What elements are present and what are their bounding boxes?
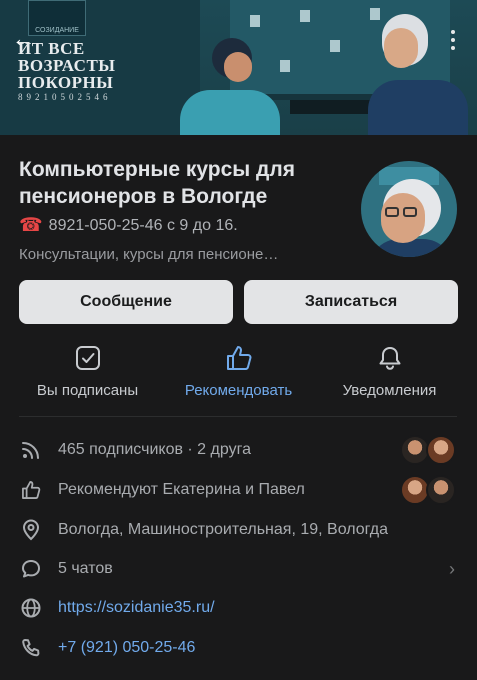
recommend-row[interactable]: Рекомендуют Екатерина и Павел [0, 470, 477, 510]
chat-bubble-icon [19, 557, 43, 581]
subscribers-row[interactable]: 465 подписчиков · 2 друга [0, 430, 477, 470]
subscribed-label: Вы подписаны [36, 382, 139, 399]
phone-icon [19, 636, 43, 660]
telephone-icon: ☎ [19, 215, 43, 236]
cover-phone: 89210502546 [18, 92, 112, 102]
phone-link[interactable]: +7 (921) 050-25-46 [58, 639, 195, 657]
group-avatar[interactable] [361, 161, 457, 257]
notifications-label: Уведомления [342, 382, 437, 399]
avatar [426, 475, 456, 505]
recommend-action[interactable]: Рекомендовать [159, 338, 318, 399]
action-row: Вы подписаны Рекомендовать Уведомления [0, 338, 477, 408]
globe-icon [19, 596, 43, 620]
chats-row[interactable]: 5 чатов › [0, 549, 477, 589]
group-status-text: 8921-050-25-46 с 9 до 16. [48, 216, 238, 234]
phone-row[interactable]: +7 (921) 050-25-46 [0, 628, 477, 668]
chats-text: 5 чатов [58, 560, 113, 577]
group-description[interactable]: Консультации, курсы для пенсионе… [19, 246, 339, 263]
address-row[interactable]: Вологда, Машиностроительная, 19, Вологда [0, 510, 477, 550]
chevron-right-icon: › [449, 558, 455, 579]
avatar [426, 435, 456, 465]
friends-avatars[interactable] [400, 435, 458, 465]
bell-icon [310, 338, 469, 378]
website-link[interactable]: https://sozidanie35.ru/ [58, 599, 215, 617]
message-button[interactable]: Сообщение [19, 280, 233, 324]
cover-person-young [150, 30, 280, 135]
group-status: ☎ 8921-050-25-46 с 9 до 16. [19, 216, 238, 235]
recommend-text: Рекомендуют Екатерина и Павел [58, 481, 305, 498]
join-button[interactable]: Записаться [244, 280, 458, 324]
cover-logo: СОЗИДАНИЕ [28, 0, 86, 36]
thumbs-up-icon [19, 478, 43, 502]
cover-monitor-stand [290, 100, 380, 114]
subscribed-action[interactable]: Вы подписаны [8, 338, 167, 399]
divider [19, 416, 457, 417]
cover-image: СОЗИДАНИЕ ИТ ВСЕ ВОЗРАСТЫ ПОКОРНЫ 892105… [0, 0, 477, 135]
cover-person-elder [368, 10, 468, 135]
rss-icon [19, 438, 43, 462]
back-arrow-icon[interactable]: ← [12, 26, 34, 52]
location-pin-icon [19, 518, 43, 542]
website-row[interactable]: https://sozidanie35.ru/ [0, 588, 477, 628]
address-text: Вологда, Машиностроительная, 19, Вологда [58, 521, 388, 538]
check-square-icon [8, 338, 167, 378]
group-title: Компьютерные курсы для пенсионеров в Вол… [19, 158, 295, 208]
more-vertical-icon[interactable] [451, 30, 457, 52]
subscribers-text: 465 подписчиков · 2 друга [58, 441, 251, 458]
recommenders-avatars[interactable] [400, 475, 458, 505]
cover-headline: ИТ ВСЕ ВОЗРАСТЫ ПОКОРНЫ [18, 39, 116, 92]
thumbs-up-icon [159, 338, 318, 378]
notifications-action[interactable]: Уведомления [310, 338, 469, 399]
recommend-label: Рекомендовать [184, 382, 293, 399]
